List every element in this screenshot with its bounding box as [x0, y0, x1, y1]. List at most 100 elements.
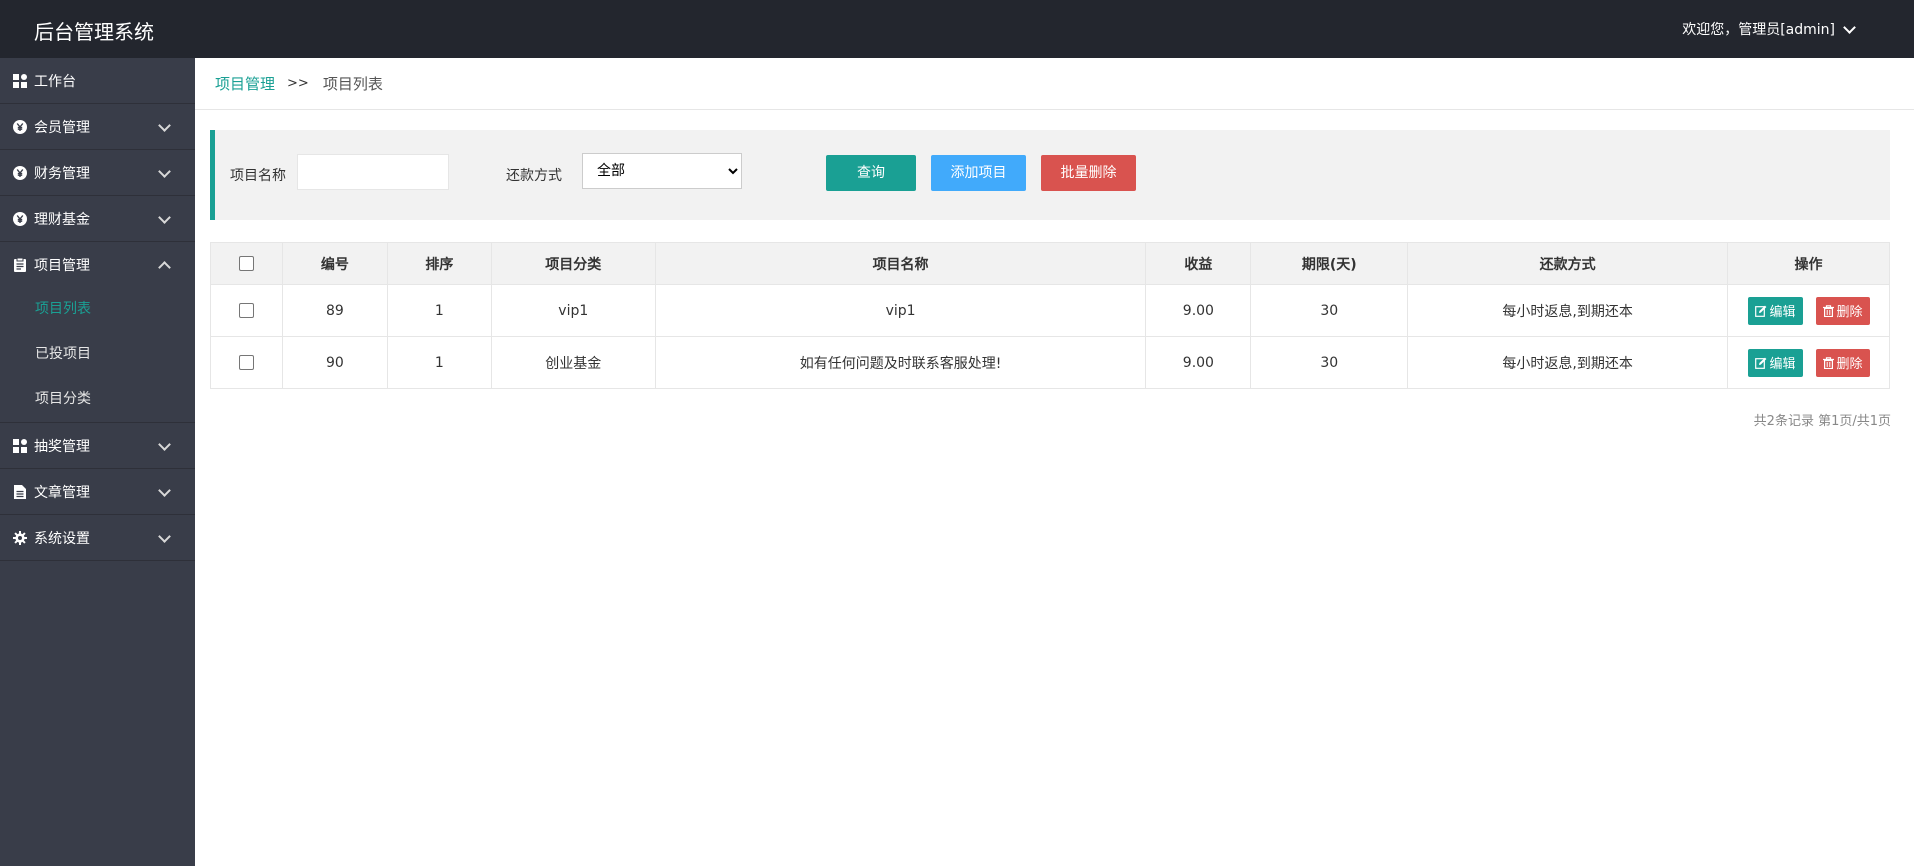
- chevron-down-icon: [1843, 20, 1856, 34]
- dashboard-icon: [12, 73, 28, 89]
- search-form: 项目名称 还款方式 全部 查询 添加项目 批量删除: [210, 130, 1890, 220]
- column-header: 操作: [1727, 242, 1890, 285]
- sidebar-item-articles[interactable]: 文章管理: [0, 469, 195, 515]
- table-row: 89 1 vip1 vip1 9.00 30 每小时返息,到期还本 编辑 删除: [210, 284, 1890, 337]
- chevron-down-icon: [158, 484, 171, 497]
- delete-button[interactable]: 删除: [1815, 296, 1870, 325]
- sidebar-item-label: 文章管理: [34, 484, 90, 501]
- cell-sort: 1: [386, 336, 492, 389]
- top-bar: 后台管理系统 欢迎您，管理员[admin]: [0, 0, 1914, 58]
- chevron-down-icon: [158, 211, 171, 224]
- project-name-input[interactable]: [297, 154, 449, 190]
- column-header: 排序: [386, 242, 492, 285]
- cell-actions: 编辑 删除: [1727, 336, 1890, 389]
- sidebar-item-label: 系统设置: [34, 530, 90, 547]
- project-submenu: 项目列表 已投项目 项目分类: [0, 287, 195, 423]
- cell-id: 90: [281, 336, 388, 389]
- project-table: 编号 排序 项目分类 项目名称 收益 期限(天) 还款方式 操作 89 1 vi…: [210, 242, 1890, 389]
- sidebar-item-label: 会员管理: [34, 119, 90, 136]
- row-select-cell: [210, 336, 283, 389]
- app-title: 后台管理系统: [34, 20, 154, 44]
- sidebar-item-members[interactable]: 会员管理: [0, 104, 195, 150]
- breadcrumb-separator: >>: [287, 76, 309, 91]
- gear-icon: [12, 530, 28, 546]
- cell-term: 30: [1250, 284, 1409, 337]
- row-select-cell: [210, 284, 283, 337]
- row-checkbox[interactable]: [238, 355, 254, 370]
- repay-method-select[interactable]: 全部: [582, 153, 742, 189]
- breadcrumb: 项目管理 >> 项目列表: [195, 58, 1914, 110]
- breadcrumb-current: 项目列表: [322, 75, 383, 93]
- repay-method-label: 还款方式: [506, 168, 562, 184]
- delete-label: 删除: [1836, 357, 1863, 372]
- sidebar-item-fund[interactable]: 理财基金: [0, 196, 195, 242]
- cell-sort: 1: [386, 284, 492, 337]
- sidebar-item-label: 财务管理: [34, 165, 90, 182]
- main-content: 项目管理 >> 项目列表 项目名称 还款方式 全部 查询 添加项目 批量删除 编…: [195, 58, 1914, 866]
- chevron-up-icon: [158, 261, 171, 274]
- breadcrumb-parent-link[interactable]: 项目管理: [215, 73, 275, 94]
- chevron-down-icon: [158, 119, 171, 132]
- column-header: 收益: [1145, 242, 1252, 285]
- trash-icon: [1822, 356, 1834, 369]
- column-header: 还款方式: [1407, 242, 1729, 285]
- sidebar-item-label: 项目管理: [34, 257, 90, 274]
- delete-button[interactable]: 删除: [1815, 348, 1870, 377]
- column-header: 项目名称: [654, 242, 1147, 285]
- sidebar-item-workbench[interactable]: 工作台: [0, 58, 195, 104]
- yen-icon: [12, 119, 28, 135]
- query-button[interactable]: 查询: [826, 155, 916, 191]
- column-header: 期限(天): [1250, 242, 1409, 285]
- cell-yield: 9.00: [1145, 336, 1252, 389]
- table-header-row: 编号 排序 项目分类 项目名称 收益 期限(天) 还款方式 操作: [210, 242, 1890, 285]
- row-checkbox[interactable]: [238, 303, 254, 318]
- edit-button[interactable]: 编辑: [1747, 348, 1803, 377]
- cell-id: 89: [281, 284, 388, 337]
- column-header: 项目分类: [490, 242, 656, 285]
- edit-label: 编辑: [1769, 357, 1796, 372]
- edit-label: 编辑: [1769, 305, 1796, 320]
- cell-category: 创业基金: [490, 336, 656, 389]
- cell-repay: 每小时返息,到期还本: [1407, 336, 1729, 389]
- cell-name: vip1: [654, 284, 1147, 337]
- yen-icon: [12, 211, 28, 227]
- user-menu[interactable]: 欢迎您，管理员[admin]: [1682, 19, 1856, 39]
- edit-button[interactable]: 编辑: [1747, 296, 1803, 325]
- table-row: 90 1 创业基金 如有任何问题及时联系客服处理! 9.00 30 每小时返息,…: [210, 336, 1890, 389]
- select-all-cell: [210, 242, 283, 285]
- submenu-item-project-category[interactable]: 项目分类: [0, 377, 195, 422]
- chevron-down-icon: [158, 438, 171, 451]
- document-icon: [12, 484, 28, 500]
- select-all-checkbox[interactable]: [238, 256, 254, 271]
- yen-icon: [12, 165, 28, 181]
- cell-repay: 每小时返息,到期还本: [1407, 284, 1729, 337]
- sidebar-item-label: 工作台: [34, 73, 76, 90]
- batch-delete-button[interactable]: 批量删除: [1041, 155, 1136, 191]
- sidebar-item-projects[interactable]: 项目管理: [0, 242, 195, 287]
- edit-icon: [1754, 305, 1766, 317]
- sidebar: 工作台 会员管理 财务管理 理财基金 项目管理 项目列表 已投项目 项目分类 抽…: [0, 58, 195, 866]
- sidebar-item-label: 理财基金: [34, 211, 90, 228]
- cell-name: 如有任何问题及时联系客服处理!: [654, 336, 1147, 389]
- cell-yield: 9.00: [1145, 284, 1252, 337]
- edit-icon: [1754, 357, 1766, 369]
- sidebar-item-finance[interactable]: 财务管理: [0, 150, 195, 196]
- delete-label: 删除: [1836, 305, 1863, 320]
- sidebar-item-label: 抽奖管理: [34, 438, 90, 455]
- clipboard-icon: [12, 257, 28, 273]
- column-header: 编号: [281, 242, 388, 285]
- add-project-button[interactable]: 添加项目: [931, 155, 1026, 191]
- trash-icon: [1822, 304, 1834, 317]
- sidebar-item-settings[interactable]: 系统设置: [0, 515, 195, 561]
- project-name-label: 项目名称: [230, 168, 286, 184]
- submenu-item-invested-projects[interactable]: 已投项目: [0, 332, 195, 377]
- submenu-item-project-list[interactable]: 项目列表: [0, 287, 195, 332]
- user-greeting: 欢迎您，管理员[admin]: [1682, 22, 1835, 38]
- chevron-down-icon: [158, 530, 171, 543]
- cell-actions: 编辑 删除: [1727, 284, 1890, 337]
- dashboard-icon: [12, 438, 28, 454]
- cell-term: 30: [1250, 336, 1409, 389]
- sidebar-item-lottery[interactable]: 抽奖管理: [0, 423, 195, 469]
- pagination-info: 共2条记录 第1页/共1页: [1753, 414, 1891, 429]
- cell-category: vip1: [490, 284, 656, 337]
